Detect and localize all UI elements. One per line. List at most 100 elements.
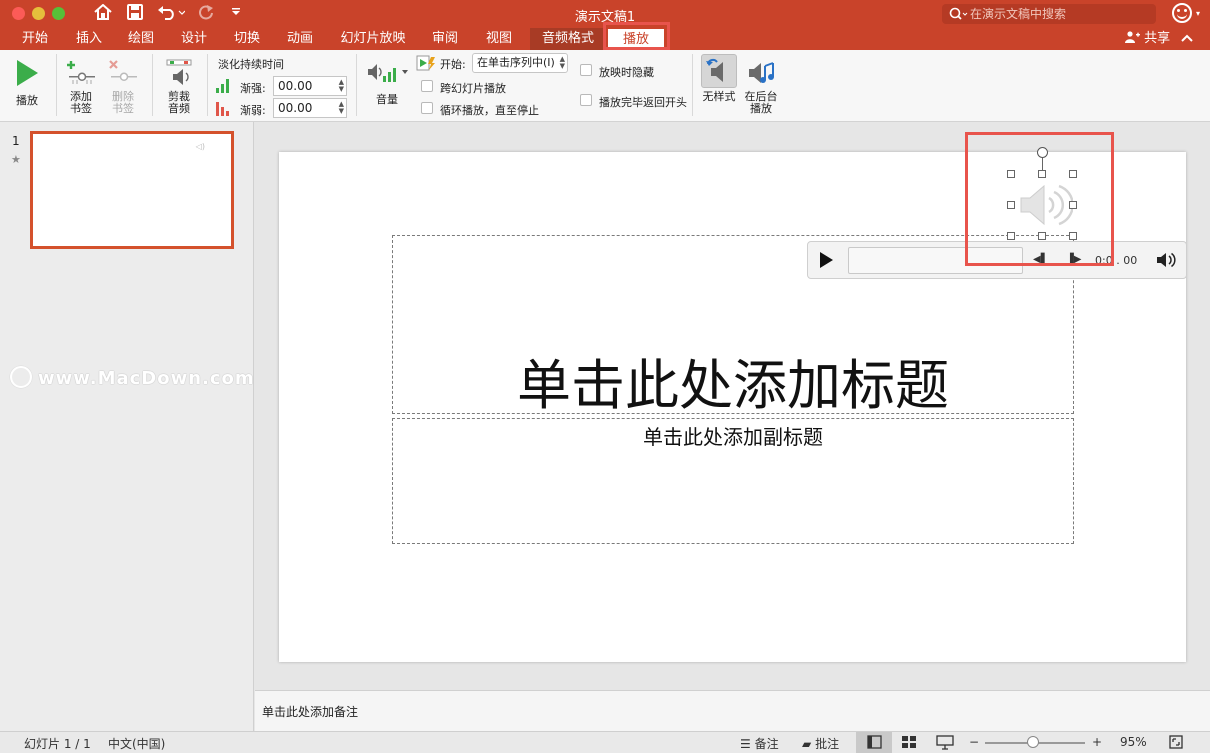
play-label: 播放 xyxy=(16,94,38,107)
fade-in-value: 00.00 xyxy=(278,79,313,93)
ribbon-separator xyxy=(56,54,57,116)
notes-icon: ☰ xyxy=(740,737,751,751)
ribbon-playback: 播放 添加 书签 删除 书签 剪裁 音频 淡化持续时间 渐强: 00.00 ▲ ▼… xyxy=(0,50,1210,122)
reading-view-button[interactable] xyxy=(936,734,954,753)
tab-transitions[interactable]: 切换 xyxy=(226,28,268,50)
thumbnail-speaker-icon: ◁) xyxy=(195,142,205,151)
tab-animations[interactable]: 动画 xyxy=(279,28,321,50)
loop-until-stopped-label: 循环播放，直至停止 xyxy=(440,104,539,117)
play-in-background-button[interactable]: 在后台 播放 xyxy=(740,58,782,115)
fade-in-stepper[interactable]: ▲ ▼ xyxy=(339,79,344,93)
notes-placeholder: 单击此处添加备注 xyxy=(262,705,359,719)
start-label: 开始: xyxy=(440,58,466,71)
remove-bookmark-button[interactable]: 删除 书签 xyxy=(104,58,142,115)
no-style-button[interactable]: 无样式 xyxy=(698,54,740,103)
start-icon xyxy=(416,55,438,71)
feedback-smiley-icon[interactable] xyxy=(1172,3,1192,23)
collapse-ribbon-icon[interactable] xyxy=(1181,28,1193,50)
tab-design[interactable]: 设计 xyxy=(173,28,215,50)
start-select-arrows: ▲ ▼ xyxy=(559,55,565,70)
loop-until-stopped-checkbox[interactable] xyxy=(421,102,433,114)
save-icon[interactable] xyxy=(124,4,146,24)
remove-bookmark-icon xyxy=(109,60,137,82)
ribbon-separator xyxy=(152,54,153,116)
slide-canvas: 单击此处添加标题 单击此处添加副标题 ◀▌ ▐▶ 0:0 . 00 xyxy=(255,122,1210,690)
search-input[interactable]: 在演示文稿中搜索 xyxy=(942,4,1156,24)
no-style-icon xyxy=(701,54,737,88)
play-in-background-icon xyxy=(749,62,774,83)
slide-sorter-view-button[interactable] xyxy=(901,734,917,753)
tab-draw[interactable]: 绘图 xyxy=(120,28,162,50)
rewind-after-playing-label: 播放完毕返回开头 xyxy=(599,96,687,109)
slide-thumbnail[interactable]: ◁) xyxy=(30,131,234,249)
volume-label: 音量 xyxy=(376,93,398,106)
share-label: 共享 xyxy=(1144,31,1171,46)
rewind-after-playing-checkbox[interactable] xyxy=(580,94,592,106)
no-style-label: 无样式 xyxy=(702,90,736,103)
comments-toggle-button[interactable]: ▰ 批注 xyxy=(802,735,839,752)
hide-during-show-checkbox[interactable] xyxy=(580,64,592,76)
close-window-button[interactable] xyxy=(12,7,25,20)
customize-toolbar-icon[interactable] xyxy=(228,4,244,24)
play-in-background-label-2: 播放 xyxy=(750,102,772,115)
fit-to-window-button[interactable] xyxy=(1168,734,1184,753)
audio-icon-highlight-box xyxy=(965,132,1114,266)
redo-icon[interactable] xyxy=(196,4,216,24)
tab-home[interactable]: 开始 xyxy=(14,28,56,50)
fade-in-icon xyxy=(216,77,232,93)
play-across-slides-checkbox[interactable] xyxy=(421,80,433,92)
undo-icon[interactable] xyxy=(156,4,186,24)
search-icon xyxy=(948,4,968,30)
trim-audio-button[interactable]: 剪裁 音频 xyxy=(158,58,200,115)
search-placeholder: 在演示文稿中搜索 xyxy=(970,7,1067,21)
slide-indicator: 幻灯片 1 / 1 xyxy=(24,737,91,751)
watermark-text: www.MacDown.com xyxy=(38,368,255,389)
add-bookmark-button[interactable]: 添加 书签 xyxy=(62,58,100,115)
volume-button[interactable]: 音量 xyxy=(364,60,410,106)
fade-out-icon xyxy=(216,100,232,116)
player-play-button[interactable] xyxy=(820,252,833,268)
share-button[interactable]: 共享 xyxy=(1124,28,1170,50)
notes-toggle-label: 备注 xyxy=(754,737,779,751)
tab-audio-format[interactable]: 音频格式 xyxy=(530,28,606,50)
feedback-dropdown-icon[interactable]: ▾ xyxy=(1193,4,1203,24)
fade-out-stepper[interactable]: ▲ ▼ xyxy=(339,101,344,115)
notes-toggle-button[interactable]: ☰ 备注 xyxy=(740,735,779,752)
trim-audio-label-2: 音频 xyxy=(168,102,190,115)
normal-view-button[interactable] xyxy=(856,732,892,753)
volume-icon xyxy=(368,64,408,82)
fade-out-value: 00.00 xyxy=(278,101,313,115)
maximize-window-button[interactable] xyxy=(52,7,65,20)
tab-review[interactable]: 审阅 xyxy=(424,28,466,50)
title-placeholder-text: 单击此处添加标题 xyxy=(517,354,949,417)
add-bookmark-label-2: 书签 xyxy=(70,102,92,115)
subtitle-placeholder[interactable]: 单击此处添加副标题 xyxy=(392,418,1074,544)
tab-slideshow[interactable]: 幻灯片放映 xyxy=(334,28,412,50)
language-indicator[interactable]: 中文(中国) xyxy=(108,735,165,752)
player-volume-icon[interactable] xyxy=(1156,251,1176,269)
status-bar: 幻灯片 1 / 1 中文(中国) ☰ 备注 ▰ 批注 − + 95% xyxy=(0,731,1210,753)
start-select[interactable]: 在单击序列中(I) ▲ ▼ xyxy=(472,53,568,73)
tab-insert[interactable]: 插入 xyxy=(68,28,110,50)
zoom-in-button[interactable]: + xyxy=(1092,735,1102,749)
play-across-slides-label: 跨幻灯片播放 xyxy=(440,82,506,95)
hide-during-show-label: 放映时隐藏 xyxy=(599,66,654,79)
fade-out-input[interactable]: 00.00 ▲ ▼ xyxy=(273,98,347,118)
notes-pane[interactable]: 单击此处添加备注 xyxy=(255,690,1210,731)
remove-bookmark-label-2: 书签 xyxy=(112,102,134,115)
home-icon[interactable] xyxy=(92,3,114,24)
ribbon-separator xyxy=(692,54,693,116)
zoom-out-button[interactable]: − xyxy=(969,735,979,749)
zoom-slider-knob[interactable] xyxy=(1027,736,1039,748)
tab-view[interactable]: 视图 xyxy=(478,28,520,50)
fade-in-input[interactable]: 00.00 ▲ ▼ xyxy=(273,76,347,96)
ribbon-separator xyxy=(356,54,357,116)
zoom-level[interactable]: 95% xyxy=(1120,735,1147,749)
trim-audio-icon xyxy=(166,59,192,85)
start-select-value: 在单击序列中(I) xyxy=(477,56,555,69)
minimize-window-button[interactable] xyxy=(32,7,45,20)
playback-tab-highlight-box xyxy=(603,22,670,50)
play-button[interactable]: 播放 xyxy=(8,58,46,107)
animation-star-icon: ★ xyxy=(11,153,21,166)
ribbon-separator xyxy=(207,54,208,116)
